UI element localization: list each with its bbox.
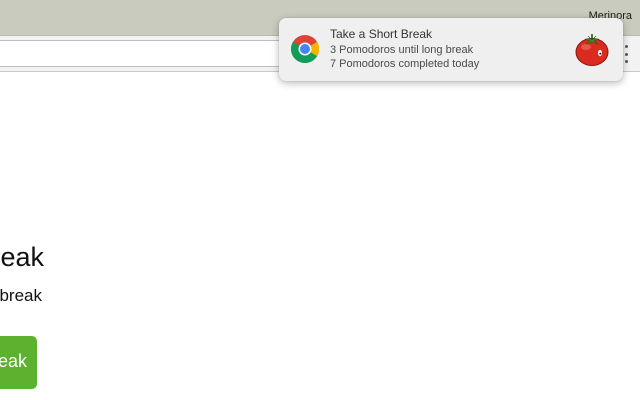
notification-title: Take a Short Break [330,27,433,41]
page-subtitle: 3 Pomodoros until long break [0,286,42,305]
tomato-icon [575,34,609,66]
start-break-button-label: Start Short Break [0,351,27,371]
notification-message: 3 Pomodoros until long break [330,44,474,56]
menu-icon[interactable] [623,45,629,63]
notification-popup[interactable]: Take a Short Break 3 Pomodoros until lon… [279,18,623,81]
notification-context: 7 Pomodoros completed today [330,58,480,70]
page-title: Take a Short Break [0,242,44,272]
start-break-button[interactable]: Start Short Break [0,336,37,389]
chrome-icon [291,35,319,63]
